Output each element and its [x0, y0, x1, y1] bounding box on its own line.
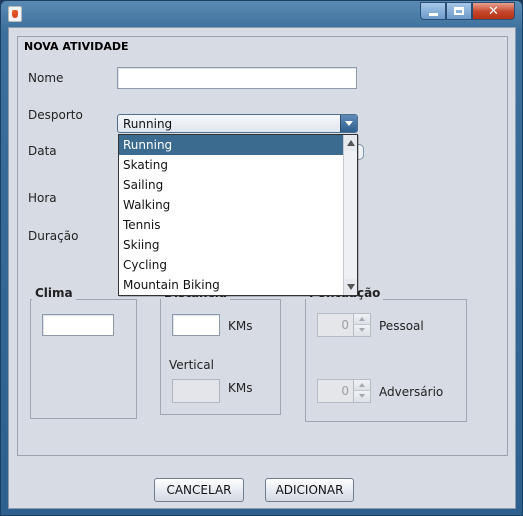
scroll-up-icon[interactable]: [344, 135, 357, 151]
scroll-down-icon[interactable]: [344, 279, 357, 295]
close-button[interactable]: ✕: [472, 2, 515, 20]
data-label: Data: [28, 144, 57, 158]
nome-input[interactable]: [117, 67, 357, 89]
dropdown-option[interactable]: Skiing: [119, 235, 343, 255]
spinner-down-icon: [353, 325, 370, 336]
nome-label: Nome: [28, 71, 64, 85]
cancel-button[interactable]: CANCELAR: [154, 478, 244, 502]
dialog-window: ✕ NOVA ATIVIDADE Nome Desporto Running D…: [0, 0, 523, 516]
java-app-icon: [8, 6, 22, 22]
maximize-icon: [454, 7, 464, 15]
add-button[interactable]: ADICIONAR: [265, 478, 354, 502]
minimize-button[interactable]: [420, 2, 446, 20]
spinner-down-icon: [353, 391, 370, 402]
nova-atividade-panel: NOVA ATIVIDADE Nome Desporto Running Dat…: [17, 36, 508, 456]
clima-title: Clima: [32, 286, 76, 300]
panel-title: NOVA ATIVIDADE: [24, 40, 129, 53]
spinner-up-icon: [353, 314, 370, 325]
desporto-combobox[interactable]: Running: [117, 114, 358, 133]
title-bar[interactable]: ✕: [1, 1, 522, 27]
chevron-down-icon[interactable]: [340, 115, 357, 132]
dropdown-option[interactable]: Tennis: [119, 215, 343, 235]
dialog-content: NOVA ATIVIDADE Nome Desporto Running Dat…: [8, 27, 516, 509]
vertical-label: Vertical: [169, 358, 214, 372]
clima-input[interactable]: [42, 314, 114, 336]
pessoal-label: Pessoal: [379, 319, 424, 333]
desporto-dropdown-list[interactable]: Running Skating Sailing Walking Tennis Skiing…: [118, 134, 358, 296]
dropdown-option[interactable]: Skating: [119, 155, 343, 175]
pessoal-spinner: 0: [317, 313, 371, 337]
adversario-spinner: 0: [317, 379, 371, 403]
hora-label: Hora: [28, 191, 57, 205]
desporto-label: Desporto: [28, 108, 83, 122]
spinner-up-icon: [353, 380, 370, 391]
duracao-label: Duração: [28, 229, 79, 243]
dropdown-scrollbar[interactable]: [343, 135, 357, 295]
distancia-unit-label: KMs: [228, 319, 253, 333]
adversario-value: 0: [341, 384, 349, 398]
window-controls: ✕: [420, 2, 515, 20]
dropdown-options: Running Skating Sailing Walking Tennis Skiing…: [119, 135, 343, 295]
maximize-button[interactable]: [446, 2, 472, 20]
dropdown-option[interactable]: Mountain Biking: [119, 275, 343, 295]
dropdown-option[interactable]: Walking: [119, 195, 343, 215]
adversario-label: Adversário: [379, 385, 444, 399]
dropdown-option[interactable]: Sailing: [119, 175, 343, 195]
vertical-unit-label: KMs: [228, 381, 253, 395]
dropdown-option[interactable]: Running: [119, 135, 343, 155]
minimize-icon: [428, 12, 438, 16]
desporto-selected-value: Running: [123, 117, 173, 131]
vertical-input: [172, 379, 220, 403]
dropdown-option[interactable]: Cycling: [119, 255, 343, 275]
pessoal-value: 0: [341, 318, 349, 332]
distancia-input[interactable]: [172, 314, 220, 336]
close-icon: ✕: [488, 3, 499, 19]
